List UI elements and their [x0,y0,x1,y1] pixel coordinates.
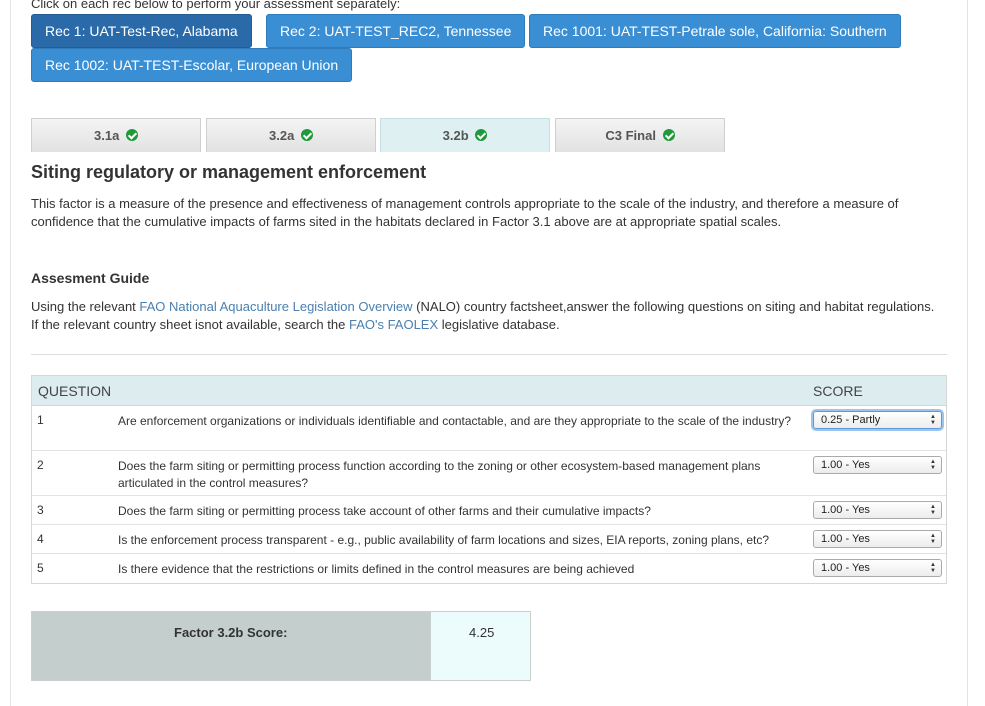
score-select-value: 1.00 - Yes [821,533,870,545]
guide-text-part: legislative database. [438,317,560,332]
check-circle-icon [475,129,488,141]
score-select-value: 1.00 - Yes [821,562,870,574]
guide-heading: Assesment Guide [31,270,150,286]
question-number: 4 [37,532,44,546]
section-title: Siting regulatory or management enforcem… [31,162,427,182]
section-description: This factor is a measure of the presence… [31,196,899,229]
table-row: 5 Is there evidence that the restriction… [32,554,946,583]
score-select[interactable]: 1.00 - Yes ▲ ▼ [813,456,942,474]
tab-label: 3.2a [269,128,295,143]
faolex-link[interactable]: FAO's FAOLEX [349,317,438,332]
frame-border-right [967,0,968,706]
rec-button-1[interactable]: Rec 1: UAT-Test-Rec, Alabama [31,14,252,48]
rec-button-1002[interactable]: Rec 1002: UAT-TEST-Escolar, European Uni… [31,48,353,82]
question-text: Does the farm siting or permitting proce… [118,504,651,518]
column-header-question: QUESTION [38,383,112,399]
score-select[interactable]: 1.00 - Yes ▲ ▼ [813,501,942,519]
tab-label: 3.2b [442,128,469,143]
table-row: 4 Is the enforcement process transparent… [32,525,946,554]
intro-text: Click on each rec below to perform your … [31,0,401,11]
score-select-value: 0.25 - Partly [821,414,881,426]
question-table: QUESTION SCORE 1 Are enforcement organiz… [31,375,947,584]
tab-c3-final[interactable]: C3 Final [555,118,725,152]
frame-border-left [10,0,11,706]
score-select[interactable]: 1.00 - Yes ▲ ▼ [813,530,942,548]
question-number: 2 [37,458,44,472]
tab-label: 3.1a [94,128,120,143]
factor-score-value: 4.25 [469,625,495,640]
select-arrows-icon: ▲ ▼ [930,504,936,516]
score-select[interactable]: 1.00 - Yes ▲ ▼ [813,559,942,577]
table-row: 2 Does the farm siting or permitting pro… [32,451,946,496]
question-text: Are enforcement organizations or individ… [118,414,792,428]
question-number: 3 [37,503,44,517]
check-circle-icon [300,129,313,141]
column-header-score: SCORE [813,383,863,399]
rec-button-1001[interactable]: Rec 1001: UAT-TEST-Petrale sole, Califor… [529,14,901,48]
tab-3-1a[interactable]: 3.1a [31,118,201,152]
factor-score-label-cell: Factor 3.2b Score: [32,612,430,680]
factor-score-box: Factor 3.2b Score: 4.25 [31,611,531,681]
select-arrows-icon: ▲ ▼ [930,414,936,426]
check-circle-icon [662,129,675,141]
score-select-value: 1.00 - Yes [821,459,870,471]
select-arrows-icon: ▲ ▼ [930,562,936,574]
question-number: 1 [37,413,44,427]
table-row: 1 Are enforcement organizations or indiv… [32,406,946,451]
table-header: QUESTION SCORE [32,376,946,406]
factor-score-value-cell: 4.25 [430,612,530,680]
tab-3-2a[interactable]: 3.2a [206,118,376,152]
guide-text-part: Using the relevant [31,299,140,314]
rec-button-2[interactable]: Rec 2: UAT-TEST_REC2, Tennessee [266,14,526,48]
nalo-link[interactable]: FAO National Aquaculture Legislation Ove… [139,299,412,314]
score-select[interactable]: 0.25 - Partly ▲ ▼ [813,411,942,429]
question-text: Is the enforcement process transparent -… [118,533,769,547]
check-circle-icon [125,129,138,141]
factor-score-label: Factor 3.2b Score: [174,625,288,640]
select-arrows-icon: ▲ ▼ [930,533,936,545]
tab-label: C3 Final [605,128,656,143]
guide-text: Using the relevant FAO National Aquacult… [31,298,941,334]
tab-3-2b[interactable]: 3.2b [380,118,550,152]
question-text: Does the farm siting or permitting proce… [118,459,761,490]
question-text: Is there evidence that the restrictions … [118,562,635,576]
table-row: 3 Does the farm siting or permitting pro… [32,496,946,525]
select-arrows-icon: ▲ ▼ [930,459,936,471]
question-number: 5 [37,561,44,575]
divider [31,354,947,355]
score-select-value: 1.00 - Yes [821,504,870,516]
